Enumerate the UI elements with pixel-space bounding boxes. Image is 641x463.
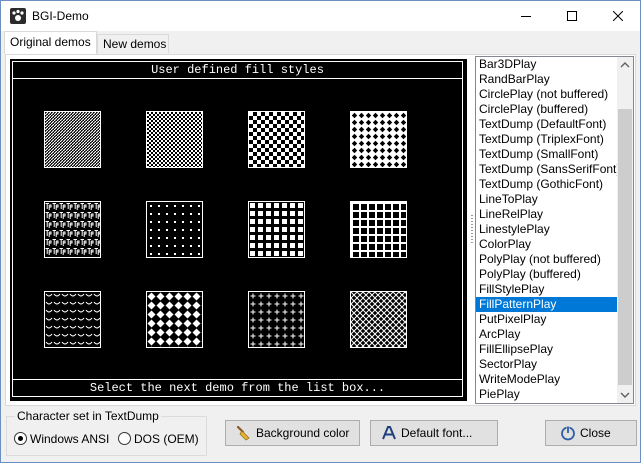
button-label: Close [580,426,611,440]
list-item[interactable]: TextDump (SmallFont) [476,147,618,162]
fill-pattern-swatch-checker-fine [146,111,203,168]
tab-new-demos[interactable]: New demos [97,34,169,53]
list-item[interactable]: CirclePlay (buffered) [476,102,618,117]
button-label: Default font... [401,426,473,440]
radio-label: DOS (OEM) [134,432,199,446]
fill-pattern-swatch-diamond-grid [350,111,407,168]
fill-pattern-swatch-plus [248,291,305,348]
canvas-footer: Select the next demo from the list box..… [12,379,463,397]
radio-checked-icon [14,432,27,445]
fill-pattern-swatch-blocks [248,201,305,258]
fill-pattern-swatch-dots-sparse [146,201,203,258]
window-title: BGI-Demo [32,9,89,23]
radio-windows-ansi[interactable]: Windows ANSI [14,431,109,447]
charset-label: Character set in TextDump [15,409,161,423]
close-button[interactable]: Close [545,420,637,446]
scroll-thumb[interactable] [618,109,632,385]
font-a-icon [382,426,396,440]
maximize-icon [567,11,577,21]
demo-list-items: Bar3DPlay RandBarPlay CirclePlay (not buff… [476,57,618,402]
fill-pattern-swatch-checker-medium [248,111,305,168]
tab-original-demos[interactable]: Original demos [4,31,97,54]
list-item[interactable]: LinestylePlay [476,222,618,237]
maximize-button[interactable] [549,1,595,31]
title-bar[interactable]: BGI-Demo [1,1,640,31]
tab-label: New demos [103,37,167,51]
fill-pattern-swatch-waves [44,291,101,348]
scroll-up-button[interactable] [617,57,633,73]
list-item[interactable]: SectorPlay [476,357,618,372]
list-item[interactable]: Bar3DPlay [476,57,618,72]
fill-pattern-swatch-crosshatch [350,291,407,348]
radio-unchecked-icon [118,432,131,445]
chevron-up-icon [620,62,630,68]
tab-label: Original demos [10,35,91,49]
close-icon [613,11,623,21]
list-item[interactable]: ColorPlay [476,237,618,252]
list-item[interactable]: FillPatternPlay [476,297,618,312]
list-item[interactable]: RandBarPlay [476,72,618,87]
canvas-header: User defined fill styles [12,61,463,79]
fill-pattern-swatch-grid [350,201,407,258]
list-scrollbar[interactable] [617,57,633,403]
close-window-button[interactable] [595,1,641,31]
splitter-grip[interactable] [471,215,473,245]
list-item[interactable]: ArcPlay [476,327,618,342]
fill-pattern-swatch-diamonds [146,291,203,348]
bgi-canvas: User defined fill styles Select the next… [10,59,467,401]
button-label: Background color [256,426,350,440]
demo-list[interactable]: Bar3DPlay RandBarPlay CirclePlay (not buff… [475,56,634,404]
minimize-icon [521,16,531,17]
list-item[interactable]: PiePlay [476,387,618,402]
list-item[interactable]: WriteModePlay [476,372,618,387]
list-item[interactable]: TextDump (DefaultFont) [476,117,618,132]
fill-pattern-swatch-text-tp [44,201,101,258]
chevron-down-icon [620,392,630,398]
list-item[interactable]: CirclePlay (not buffered) [476,87,618,102]
list-item[interactable]: TextDump (TriplexFont) [476,132,618,147]
list-item[interactable]: FillStylePlay [476,282,618,297]
list-item[interactable]: TextDump (SansSerifFont) [476,162,618,177]
list-item[interactable]: LineRelPlay [476,207,618,222]
radio-dos-oem[interactable]: DOS (OEM) [118,431,199,447]
background-color-button[interactable]: Background color [225,420,360,446]
list-item[interactable]: TextDump (GothicFont) [476,177,618,192]
list-item[interactable]: PolyPlay (not buffered) [476,252,618,267]
list-item[interactable]: LineToPlay [476,192,618,207]
power-icon [561,425,575,441]
minimize-button[interactable] [503,1,549,31]
radio-label: Windows ANSI [30,432,110,446]
list-item[interactable]: PolyPlay (buffered) [476,267,618,282]
list-item[interactable]: PutPixelPlay [476,312,618,327]
fill-pattern-swatch-hatch-fine [44,111,101,168]
list-item[interactable]: FillEllipsePlay [476,342,618,357]
app-icon [10,8,26,24]
scroll-down-button[interactable] [617,387,633,403]
brush-icon [236,425,250,441]
default-font-button[interactable]: Default font... [370,420,498,446]
